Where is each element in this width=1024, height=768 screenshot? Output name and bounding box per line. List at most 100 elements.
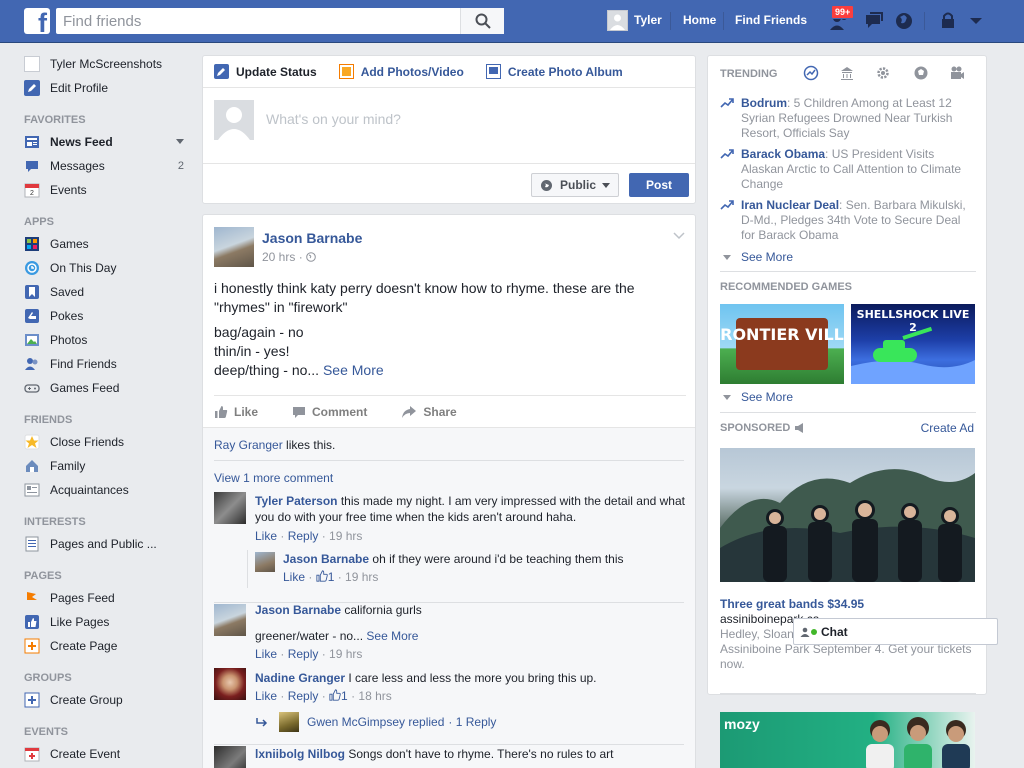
sidebar-item-close-friends[interactable]: Close Friends [24,430,192,454]
avatar [24,56,40,72]
comment-reply-link[interactable]: Reply [288,529,319,543]
sports-ball-icon[interactable] [913,65,929,81]
comment-author[interactable]: Tyler Paterson [255,494,337,508]
profile-link[interactable]: Tyler [634,13,662,27]
avatar[interactable] [214,668,246,700]
comment-author[interactable]: Jason Barnabe [255,603,341,617]
science-gear-icon[interactable] [875,65,891,81]
view-more-comments-link[interactable]: View 1 more comment [214,471,333,485]
post-button[interactable]: Post [629,173,689,197]
divider [720,412,976,413]
trending-item[interactable]: Iran Nuclear Deal: Sen. Barbara Mikulski… [720,198,975,243]
sidebar-item-on-this-day[interactable]: On This Day [24,256,192,280]
entertainment-camera-icon[interactable] [949,65,965,81]
avatar[interactable] [214,604,246,636]
profile-link[interactable]: Tyler McScreenshots [24,52,192,76]
create-ad-link[interactable]: Create Ad [921,421,974,435]
avatar[interactable] [607,10,628,31]
chevron-down-icon[interactable] [964,10,988,32]
game-tile-shellshock[interactable]: SHELLSHOCK LIVE 2 [851,304,975,384]
search-input[interactable] [56,8,459,34]
comment-author[interactable]: Jason Barnabe [283,552,369,566]
ad-title[interactable]: Three great bands $34.95 [720,597,976,612]
chat-bar[interactable]: Chat [793,618,998,645]
avatar[interactable] [214,746,246,768]
sidebar-item-acquaintances[interactable]: Acquaintances [24,478,192,502]
liker-name[interactable]: Ray Granger [214,438,283,452]
sidebar-item-family[interactable]: Family [24,454,192,478]
sidebar-item-events[interactable]: 2 Events [24,178,192,202]
share-button[interactable]: Share [401,405,457,419]
comment-author[interactable]: Nadine Granger [255,671,345,685]
comment-reply-link[interactable]: Reply [288,689,319,703]
divider [720,693,976,694]
see-more-link[interactable]: See More [366,629,418,643]
post-author[interactable]: Jason Barnabe [262,230,362,246]
globe-icon[interactable] [892,10,916,32]
search-button[interactable] [460,8,504,34]
band-photo [720,469,975,582]
privacy-selector-button[interactable]: Public [531,173,619,197]
chevron-down-icon[interactable] [673,229,685,243]
trending-top-icon[interactable] [803,65,819,81]
sponsored-ad-image[interactable] [720,448,975,582]
create-group-icon [24,692,40,708]
status-input[interactable]: What's on your mind? [266,111,401,127]
comment-like-link[interactable]: Like [255,647,277,661]
facebook-logo-icon[interactable]: f [24,8,50,34]
comment-time[interactable]: 19 hrs [329,647,362,661]
games-see-more[interactable]: See More [723,390,793,404]
comment-like-link[interactable]: Like [283,570,305,584]
home-link[interactable]: Home [683,13,716,27]
sidebar-item-pages-feed[interactable]: Pages Feed [24,586,192,610]
sponsored-ad-image-2[interactable]: mozy [720,712,975,768]
sidebar-item-messages[interactable]: Messages 2 [24,154,192,178]
sidebar-item-saved[interactable]: Saved [24,280,192,304]
comment-time[interactable]: 19 hrs [345,570,378,584]
sidebar-item-find-friends[interactable]: Find Friends [24,352,192,376]
comment-button[interactable]: Comment [292,405,367,419]
trending-see-more[interactable]: See More [723,250,793,264]
post-timestamp[interactable]: 20 hrs · [262,250,316,264]
sidebar-item-label: On This Day [50,261,117,275]
messages-icon[interactable] [862,10,886,32]
trending-item[interactable]: Bodrum: 5 Children Among at Least 12 Syr… [720,96,975,141]
sidebar-item-create-event[interactable]: Create Event [24,742,192,766]
tab-add-photos-video[interactable]: Add Photos/Video [338,64,464,79]
sidebar-item-games[interactable]: Games [24,232,192,256]
tab-create-photo-album[interactable]: Create Photo Album [485,64,623,79]
sidebar-item-create-group[interactable]: Create Group [24,688,192,712]
avatar[interactable] [214,227,254,267]
find-friends-link[interactable]: Find Friends [735,13,807,27]
comment-reply-link[interactable]: Reply [288,647,319,661]
sidebar-item-news-feed[interactable]: News Feed [24,130,192,154]
tab-update-status[interactable]: Update Status [214,64,317,79]
chevron-down-icon[interactable] [176,136,184,148]
comment-time[interactable]: 19 hrs [329,529,362,543]
comment-time[interactable]: 18 hrs [358,689,391,703]
sidebar-item-pages-and-public[interactable]: Pages and Public ... [24,532,192,556]
sidebar-item-label: Pokes [50,309,84,323]
sidebar-item-photos[interactable]: Photos [24,328,192,352]
politics-icon[interactable] [839,65,855,81]
notification-badge: 99+ [831,5,855,19]
sidebar-item-pokes[interactable]: Pokes [24,304,192,328]
privacy-shortcuts-icon[interactable] [938,10,962,32]
comment-like-count[interactable]: 1 [328,570,335,584]
comment-author[interactable]: lxniibolg Nilbog [255,747,345,761]
sidebar-item-like-pages[interactable]: Like Pages [24,610,192,634]
replies-summary[interactable]: Gwen McGimpsey replied · 1 Reply [255,712,496,732]
game-tile-frontierville[interactable]: FRONTIER VILLE [720,304,844,384]
edit-profile-link[interactable]: Edit Profile [24,76,192,100]
comment-text: california gurls [344,603,422,617]
see-more-link[interactable]: See More [323,362,384,378]
sidebar-item-create-page[interactable]: Create Page [24,634,192,658]
trending-item[interactable]: Barack Obama: US President Visits Alaska… [720,147,975,192]
sidebar-item-games-feed[interactable]: Games Feed [24,376,192,400]
like-button[interactable]: Like [214,405,258,419]
comment-like-link[interactable]: Like [255,689,277,703]
comment-like-count[interactable]: 1 [341,689,348,703]
avatar[interactable] [255,552,275,572]
comment-like-link[interactable]: Like [255,529,277,543]
avatar[interactable] [214,492,246,524]
